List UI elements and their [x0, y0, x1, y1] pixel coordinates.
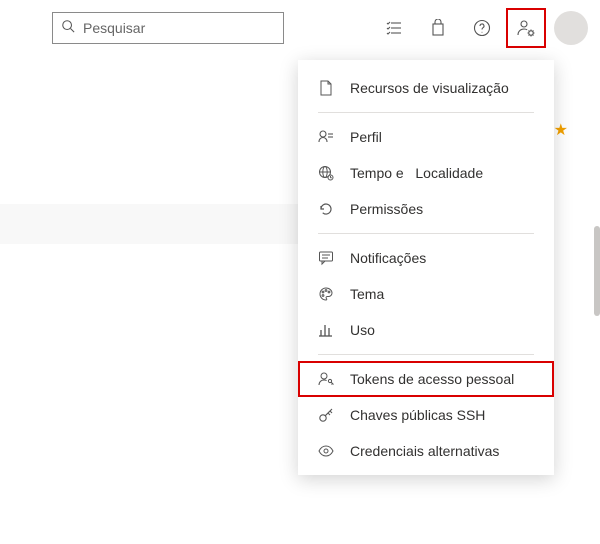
menu-permissions[interactable]: Permissões: [298, 191, 554, 227]
menu-label: Perfil: [350, 129, 382, 145]
search-box[interactable]: [52, 12, 284, 44]
user-settings-icon[interactable]: [506, 8, 546, 48]
background-band: [0, 204, 298, 244]
menu-label: Permissões: [350, 201, 423, 217]
top-bar: [0, 0, 600, 56]
separator: [318, 354, 534, 355]
avatar[interactable]: [554, 11, 588, 45]
favorite-star-icon: ★: [554, 120, 568, 140]
menu-personal-access-tokens[interactable]: Tokens de acesso pessoal: [298, 361, 554, 397]
menu-label: Notificações: [350, 250, 426, 266]
separator: [318, 112, 534, 113]
menu-time-locale[interactable]: Tempo e Localidade: [298, 155, 554, 191]
search-icon: [61, 19, 75, 38]
menu-label: Tema: [350, 286, 384, 302]
menu-label: Recursos de visualização: [350, 80, 509, 96]
key-icon: [318, 407, 334, 423]
menu-preview-features[interactable]: Recursos de visualização: [298, 70, 554, 106]
help-icon[interactable]: [462, 8, 502, 48]
menu-notifications[interactable]: Notificações: [298, 240, 554, 276]
menu-ssh-keys[interactable]: Chaves públicas SSH: [298, 397, 554, 433]
marketplace-icon[interactable]: [418, 8, 458, 48]
menu-alt-credentials[interactable]: Credenciais alternativas: [298, 433, 554, 469]
user-settings-menu: Recursos de visualização Perfil Tempo e …: [298, 60, 554, 475]
profile-icon: [318, 129, 334, 145]
menu-label: Tempo e Localidade: [350, 165, 483, 181]
search-input[interactable]: [83, 20, 275, 36]
document-icon: [318, 80, 334, 96]
menu-label: Chaves públicas SSH: [350, 407, 485, 423]
eye-icon: [318, 443, 334, 459]
work-items-icon[interactable]: [374, 8, 414, 48]
palette-icon: [318, 286, 334, 302]
menu-theme[interactable]: Tema: [298, 276, 554, 312]
person-key-icon: [318, 371, 334, 387]
menu-profile[interactable]: Perfil: [298, 119, 554, 155]
scrollbar[interactable]: [592, 56, 600, 544]
menu-label: Tokens de acesso pessoal: [350, 371, 514, 387]
menu-usage[interactable]: Uso: [298, 312, 554, 348]
menu-label: Credenciais alternativas: [350, 443, 499, 459]
refresh-icon: [318, 201, 334, 217]
scrollbar-thumb[interactable]: [594, 226, 600, 316]
separator: [318, 233, 534, 234]
chat-icon: [318, 250, 334, 266]
menu-label: Uso: [350, 322, 375, 338]
globe-icon: [318, 165, 334, 181]
bar-chart-icon: [318, 322, 334, 338]
